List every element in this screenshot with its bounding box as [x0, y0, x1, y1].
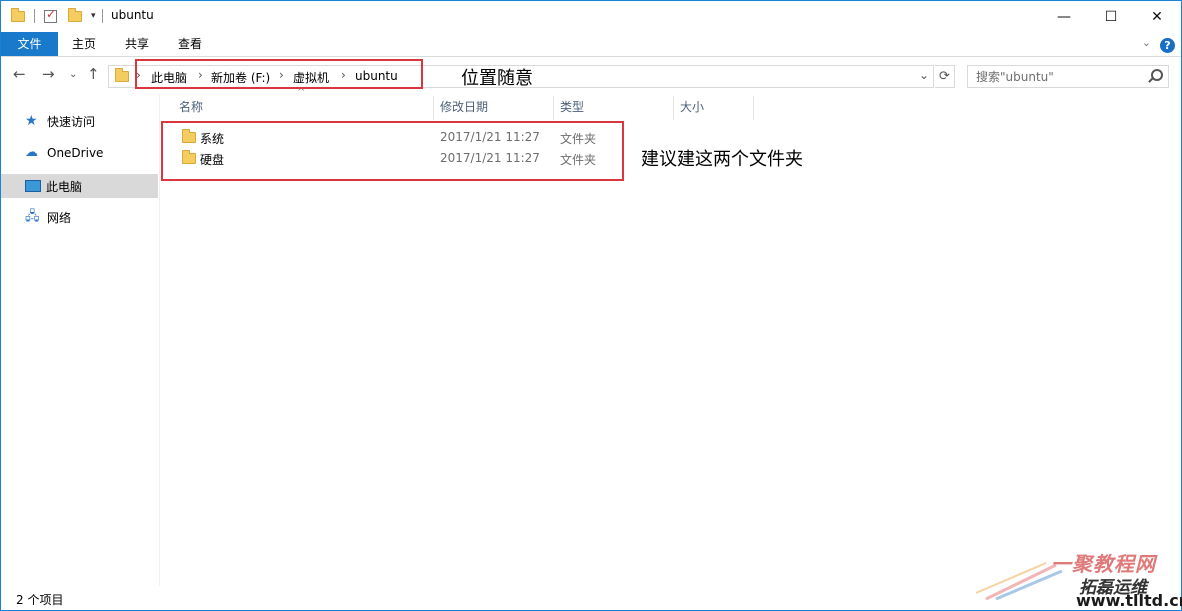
- sidebar-item-label: 此电脑: [46, 179, 83, 194]
- recent-locations-chevron-icon[interactable]: ⌄: [69, 69, 77, 80]
- sidebar-item-label: 快速访问: [47, 114, 96, 129]
- column-header-size[interactable]: 大小: [680, 94, 704, 120]
- computer-icon: [25, 180, 41, 192]
- folder-icon: [115, 68, 129, 82]
- sidebar-item-label: OneDrive: [47, 146, 104, 160]
- forward-arrow-icon[interactable]: →: [42, 65, 55, 83]
- separator: [34, 9, 35, 23]
- folders-annotation-box: [161, 121, 624, 181]
- minimize-button[interactable]: —: [1041, 1, 1087, 32]
- column-divider[interactable]: [673, 96, 674, 120]
- customize-toolbar-dropdown-icon[interactable]: ▾: [91, 11, 96, 21]
- navigation-pane: ★ 快速访问 ☁ OneDrive 此电脑 🖧 网络: [1, 94, 160, 586]
- address-dropdown-icon[interactable]: ⌄: [919, 68, 929, 82]
- back-arrow-icon[interactable]: ←: [13, 65, 26, 83]
- quick-access-toolbar: ▾: [11, 7, 103, 25]
- tab-share[interactable]: 共享: [118, 32, 156, 56]
- column-header-modified[interactable]: 修改日期: [440, 94, 488, 120]
- star-icon: ★: [25, 113, 38, 129]
- column-header-name[interactable]: 名称: [179, 94, 203, 120]
- maximize-button[interactable]: ☐: [1088, 1, 1134, 32]
- tab-file[interactable]: 文件: [1, 32, 58, 56]
- cloud-icon: ☁: [25, 145, 38, 160]
- watermark-url: www.tlltd.cn: [1076, 591, 1182, 610]
- search-input[interactable]: [976, 67, 1146, 87]
- refresh-button[interactable]: ⟳: [935, 65, 955, 88]
- address-annotation-box: [135, 59, 423, 89]
- up-arrow-icon[interactable]: ↑: [87, 65, 100, 83]
- ribbon-tabs: 文件 主页 共享 查看 ⌄ ?: [1, 32, 1181, 57]
- explorer-window: ▾ ubuntu — ☐ ✕ 文件 主页 共享 查看 ⌄ ? ← → ⌄ ↑ ›…: [0, 0, 1182, 611]
- status-item-count: 2 个项目: [16, 593, 64, 607]
- tab-home[interactable]: 主页: [65, 32, 103, 56]
- column-divider[interactable]: [753, 96, 754, 120]
- help-icon[interactable]: ?: [1160, 38, 1175, 53]
- sidebar-item-onedrive[interactable]: ☁ OneDrive: [1, 141, 158, 165]
- location-note: 位置随意: [461, 68, 533, 89]
- folder-icon: [11, 7, 25, 22]
- column-header-type[interactable]: 类型: [560, 94, 584, 120]
- sidebar-item-network[interactable]: 🖧 网络: [1, 205, 158, 229]
- network-icon: 🖧: [25, 209, 40, 224]
- column-divider[interactable]: [553, 96, 554, 120]
- sidebar-item-this-pc[interactable]: 此电脑: [1, 174, 158, 198]
- sidebar-item-quick-access[interactable]: ★ 快速访问: [1, 109, 158, 133]
- properties-icon[interactable]: [44, 7, 57, 23]
- tab-view[interactable]: 查看: [171, 32, 209, 56]
- search-box[interactable]: [967, 65, 1169, 88]
- close-button[interactable]: ✕: [1134, 1, 1180, 32]
- new-folder-icon[interactable]: [68, 7, 82, 22]
- window-title: ubuntu: [111, 8, 154, 22]
- sidebar-item-label: 网络: [47, 210, 72, 225]
- search-icon[interactable]: [1151, 69, 1163, 81]
- title-bar: ▾ ubuntu — ☐ ✕: [1, 1, 1181, 32]
- chevron-down-icon[interactable]: ⌄: [1142, 36, 1151, 49]
- column-divider[interactable]: [433, 96, 434, 120]
- separator: [101, 9, 103, 23]
- folders-note: 建议建这两个文件夹: [641, 149, 803, 170]
